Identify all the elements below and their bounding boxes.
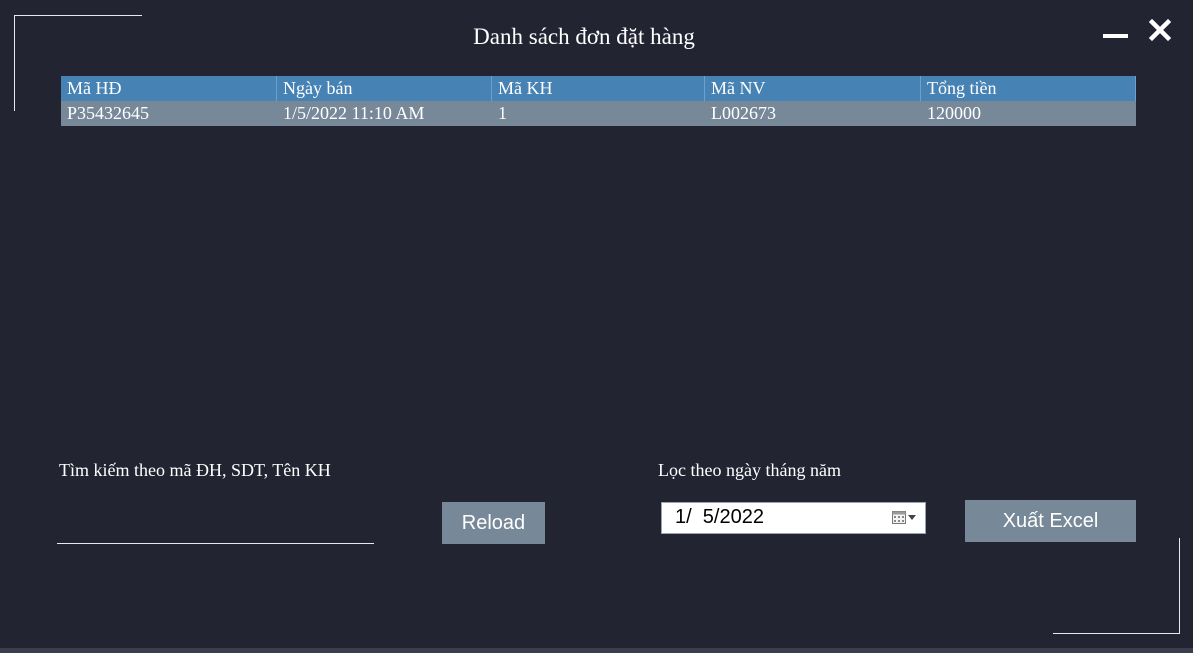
close-icon [1148, 18, 1172, 42]
table-cell[interactable]: L002673 [705, 101, 921, 126]
table-cell[interactable]: P35432645 [61, 101, 277, 126]
date-value[interactable]: 1/ 5/2022 [675, 506, 764, 529]
column-header-ngay-ban[interactable]: Ngày bán [277, 76, 492, 101]
reload-button[interactable]: Reload [442, 502, 545, 544]
export-excel-button[interactable]: Xuất Excel [965, 500, 1136, 542]
date-filter-label: Lọc theo ngày tháng năm [658, 460, 841, 480]
corner-decoration-bottom-right [1179, 538, 1180, 634]
table-row[interactable]: P35432645 1/5/2022 11:10 AM 1 L002673 12… [61, 101, 1136, 126]
corner-decoration-top-left [14, 15, 142, 16]
search-input[interactable] [57, 502, 374, 544]
table-cell[interactable]: 1 [492, 101, 705, 126]
column-header-ma-hd[interactable]: Mã HĐ [61, 76, 277, 101]
date-picker[interactable]: 1/ 5/2022 [661, 502, 926, 534]
table-header: Mã HĐ Ngày bán Mã KH Mã NV Tổng tiền [61, 76, 1136, 101]
taskbar-edge [0, 648, 1193, 653]
search-label: Tìm kiếm theo mã ĐH, SDT, Tên KH [59, 460, 331, 480]
column-header-ma-kh[interactable]: Mã KH [492, 76, 705, 101]
close-button[interactable] [1147, 17, 1173, 43]
minimize-icon [1103, 34, 1128, 38]
corner-decoration-bottom-right [1053, 633, 1180, 634]
orders-table[interactable]: Mã HĐ Ngày bán Mã KH Mã NV Tổng tiền P35… [61, 76, 1136, 126]
column-header-ma-nv[interactable]: Mã NV [705, 76, 921, 101]
table-cell[interactable]: 120000 [921, 101, 1136, 126]
column-header-tong-tien[interactable]: Tổng tiền [921, 76, 1136, 101]
window-title: Danh sách đơn đặt hàng [473, 24, 695, 49]
table-cell[interactable]: 1/5/2022 11:10 AM [277, 101, 492, 126]
chevron-down-icon[interactable] [908, 515, 916, 520]
minimize-button[interactable] [1101, 24, 1131, 44]
calendar-icon[interactable] [892, 511, 906, 524]
